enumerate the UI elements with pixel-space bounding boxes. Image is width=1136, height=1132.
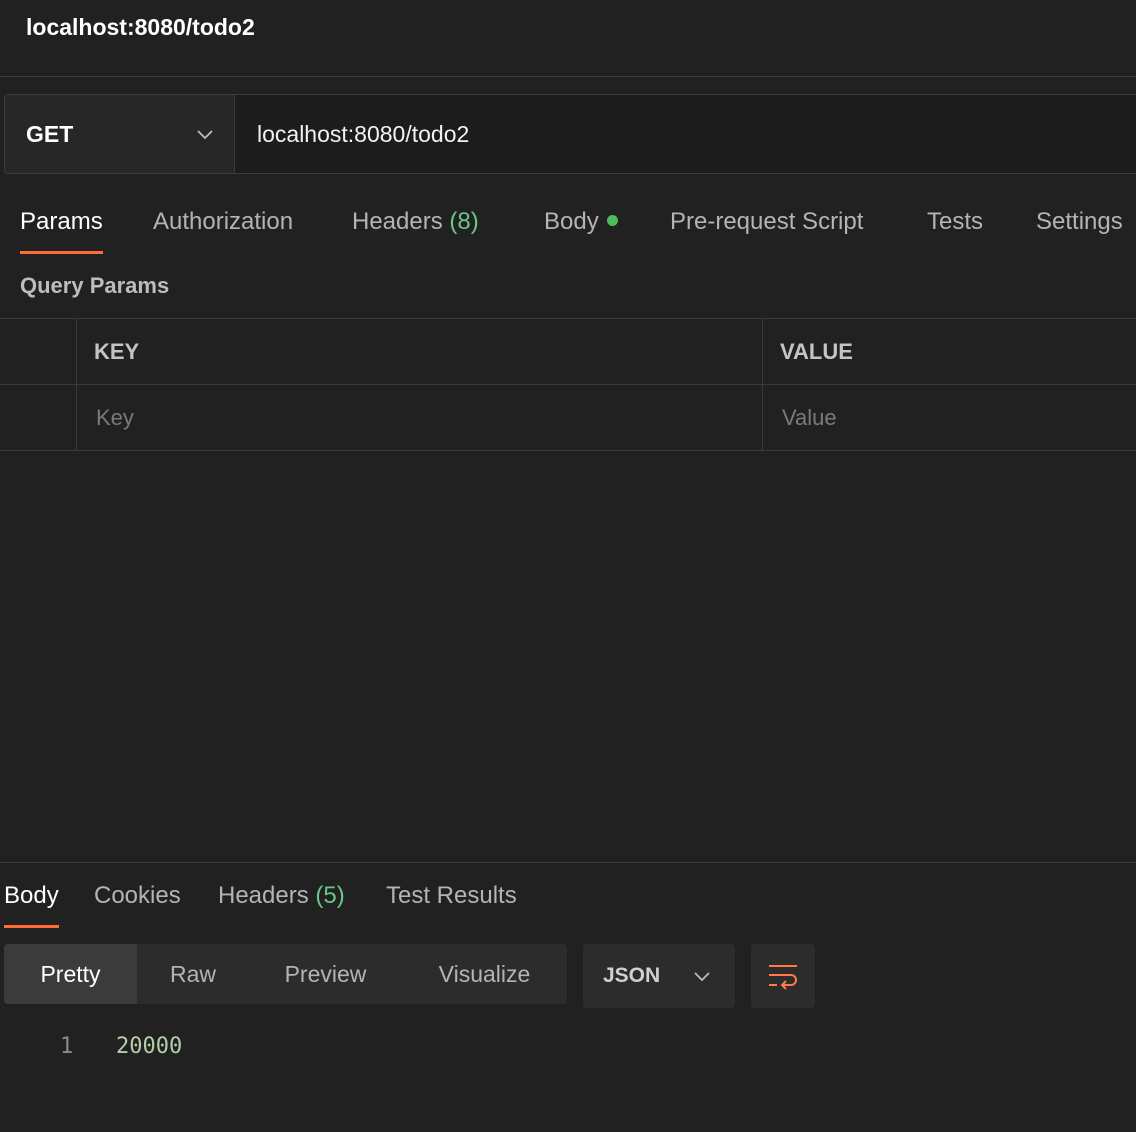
response-tab-headers[interactable]: Headers (5) [218,874,345,930]
tab-headers[interactable]: Headers (8) [352,200,479,256]
url-input[interactable]: localhost:8080/todo2 [235,95,1136,173]
query-params-label: Query Params [20,273,170,298]
column-header-key: KEY [94,339,140,364]
format-tab-preview[interactable]: Preview [249,944,402,1004]
tab-params[interactable]: Params [20,200,103,256]
wrap-lines-icon [769,965,797,990]
response-tab-headers-label: Headers [218,882,309,909]
format-tab-raw[interactable]: Raw [137,944,249,1004]
tab-authorization[interactable]: Authorization [153,200,293,256]
query-params-table: KEY VALUE Key Value [0,318,1136,452]
request-tabs: Params Authorization Headers (8) Body Pr… [0,200,1136,256]
url-bar: GET localhost:8080/todo2 [4,94,1136,174]
tab-tests[interactable]: Tests [927,200,983,256]
value-input[interactable]: Value [782,385,1136,451]
response-value[interactable]: 20000 [116,1030,182,1064]
line-number: 1 [60,1034,74,1059]
format-tabs: Pretty Raw Preview Visualize [4,944,567,1004]
method-label: GET [26,120,74,147]
language-select-value: JSON [603,964,661,987]
response-tab-body[interactable]: Body [4,874,59,930]
tab-body[interactable]: Body [544,200,618,256]
response-tabs: Body Cookies Headers (5) Test Results [0,874,1136,930]
request-title[interactable]: localhost:8080/todo2 [26,12,255,42]
response-pane-divider[interactable] [0,862,1136,863]
chevron-down-icon [694,972,710,982]
column-divider [762,319,763,384]
chevron-down-icon [197,130,213,140]
key-input[interactable]: Key [96,385,756,451]
column-divider [76,385,77,450]
table-row: Key Value [0,384,1136,451]
format-tab-visualize[interactable]: Visualize [402,944,567,1004]
language-select[interactable]: JSON [583,944,735,1008]
column-divider [762,385,763,450]
wrap-lines-button[interactable] [751,944,815,1008]
headers-count-badge: (8) [449,208,479,235]
tab-settings[interactable]: Settings [1036,200,1123,256]
column-header-value: VALUE [780,339,853,364]
code-line: 1 20000 [0,1030,600,1064]
tab-body-label: Body [544,208,599,235]
tab-pre-request-script[interactable]: Pre-request Script [670,200,863,256]
format-tab-pretty[interactable]: Pretty [4,944,137,1004]
table-header-row: KEY VALUE [0,318,1136,384]
body-indicator-dot [606,215,618,226]
title-divider [0,76,1136,77]
column-divider [76,319,77,384]
response-headers-count-badge: (5) [315,882,345,909]
tab-headers-label: Headers [352,208,443,235]
response-tab-test-results[interactable]: Test Results [386,874,517,930]
response-tab-cookies[interactable]: Cookies [94,874,181,930]
method-select[interactable]: GET [5,95,235,173]
